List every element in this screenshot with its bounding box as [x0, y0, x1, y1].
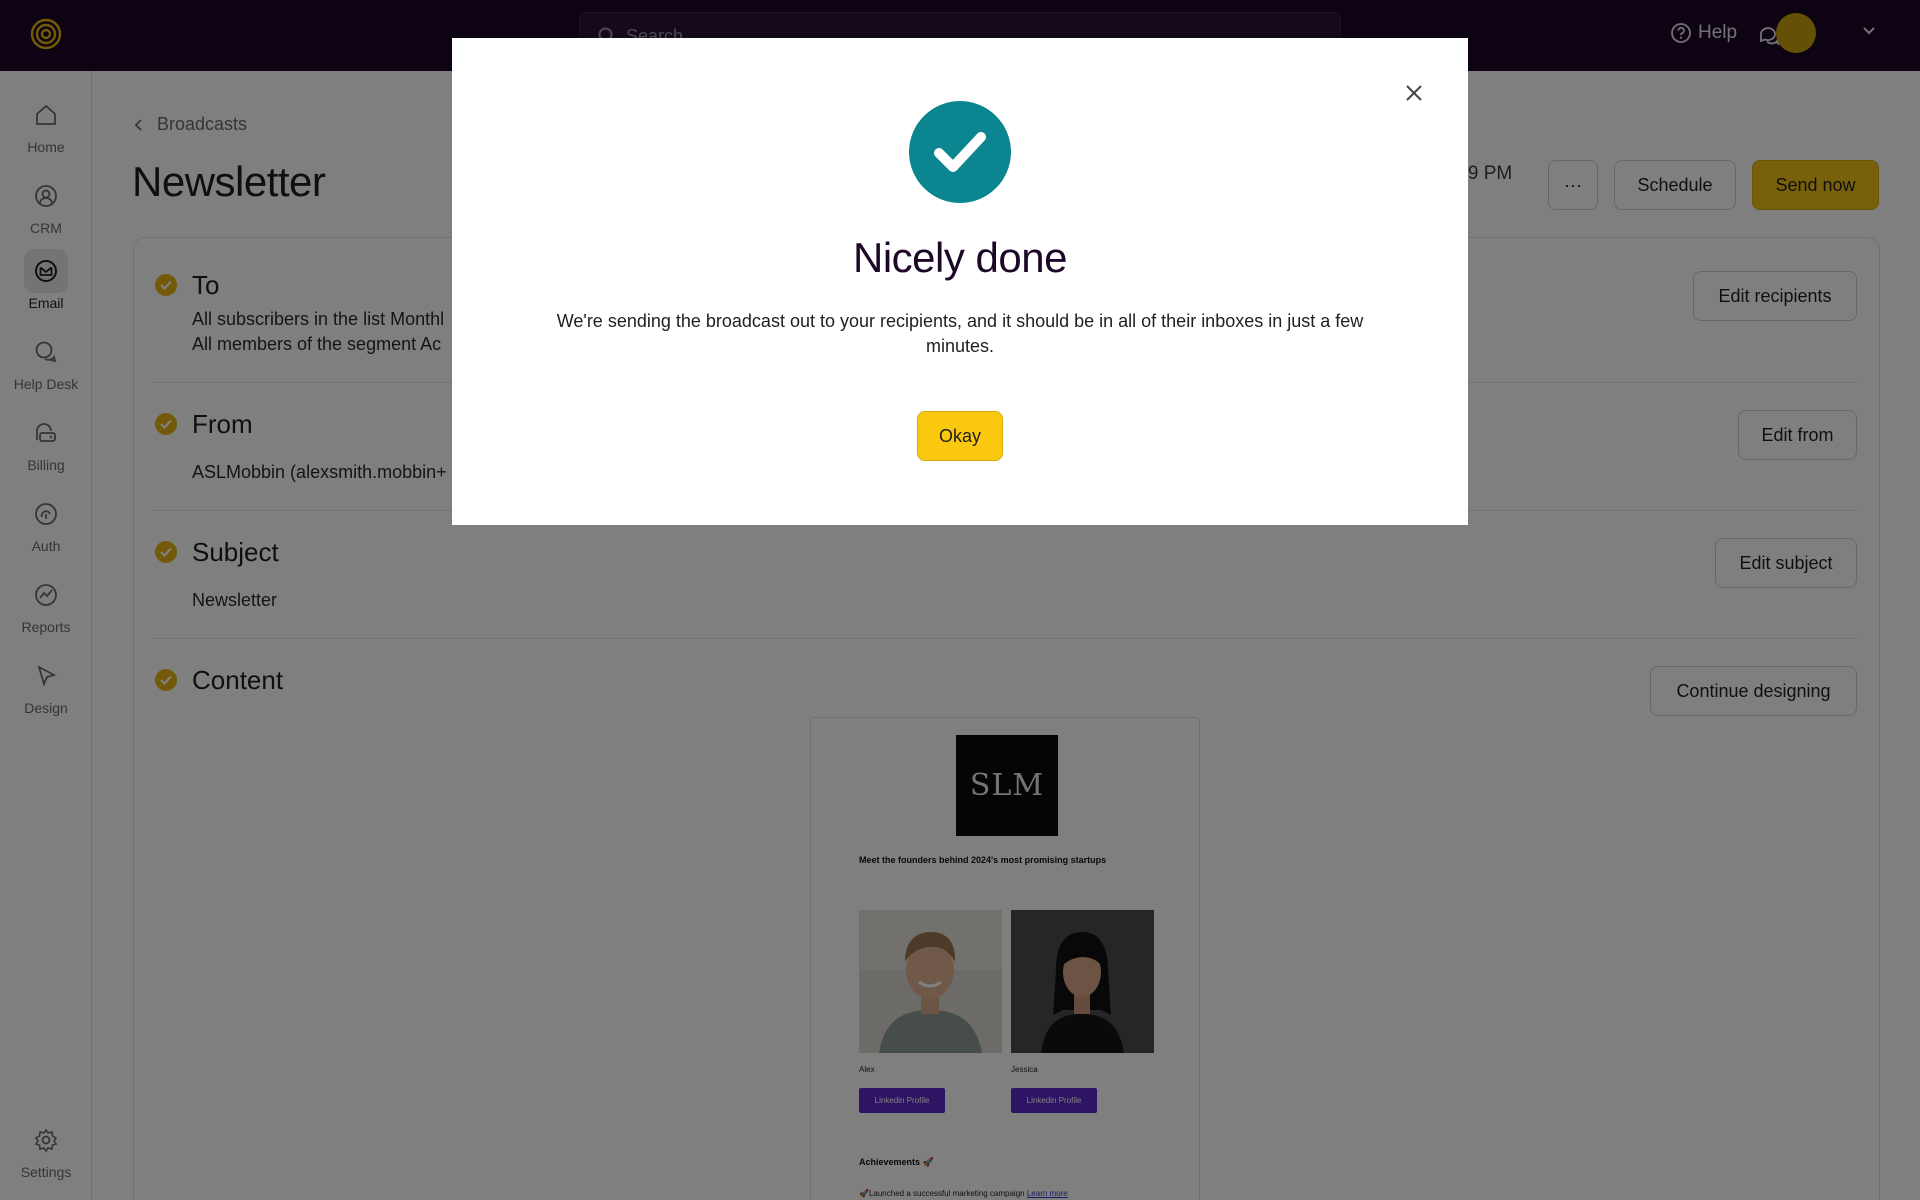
success-check-icon — [909, 101, 1011, 203]
okay-button[interactable]: Okay — [917, 411, 1003, 461]
success-modal: Nicely done We're sending the broadcast … — [452, 38, 1468, 525]
close-button[interactable] — [1400, 80, 1428, 108]
modal-message: We're sending the broadcast out to your … — [556, 311, 1364, 356]
modal-title: Nicely done — [853, 234, 1067, 281]
close-icon — [1406, 84, 1422, 101]
